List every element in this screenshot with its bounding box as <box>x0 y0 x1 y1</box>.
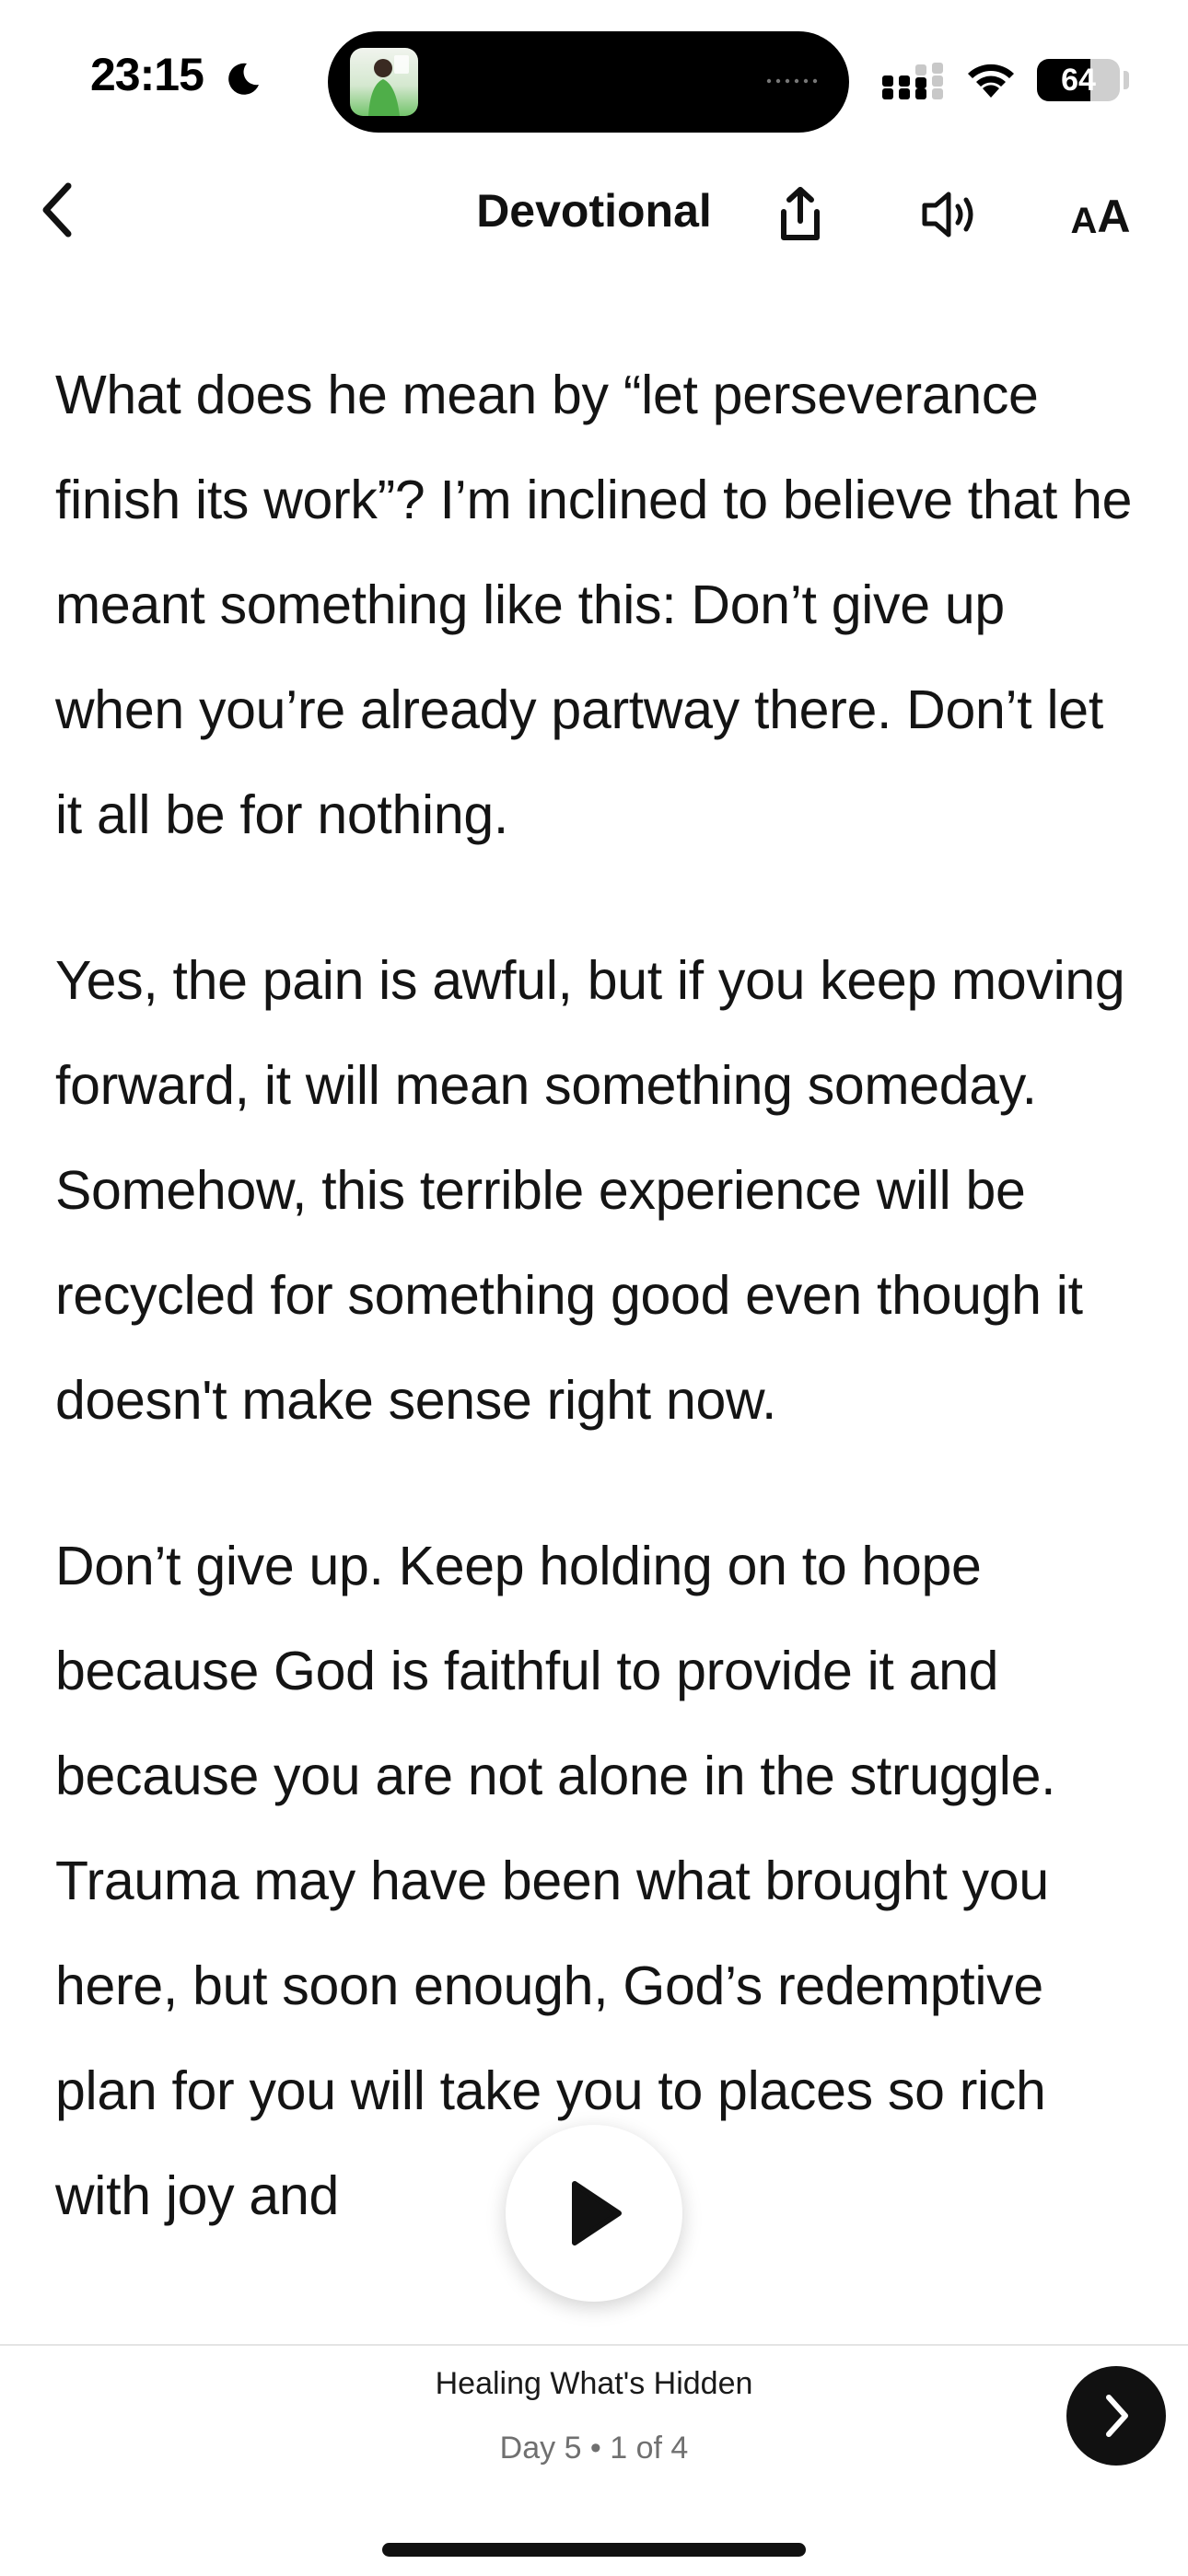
devotional-content[interactable]: What does he mean by “let perseverance f… <box>55 342 1142 2342</box>
play-button[interactable] <box>506 2125 682 2302</box>
page-title: Devotional <box>476 185 712 237</box>
audio-button[interactable] <box>912 177 987 252</box>
plan-title[interactable]: Healing What's Hidden <box>318 2366 870 2402</box>
speaker-icon <box>922 191 973 238</box>
text-size-large-a: A <box>1097 191 1131 242</box>
nav-bar: Devotional AA <box>0 138 1188 285</box>
chevron-left-icon <box>42 182 72 238</box>
plan-footer: Healing What's Hidden Day 5 • 1 of 4 <box>0 2344 1188 2576</box>
status-time: 23:15 <box>90 49 204 100</box>
moon-icon <box>228 63 259 95</box>
audio-waveform-icon <box>766 78 818 84</box>
paragraph: What does he mean by “let perseverance f… <box>55 365 1133 845</box>
share-button[interactable] <box>763 177 838 252</box>
share-icon <box>781 187 820 240</box>
back-button[interactable] <box>20 173 94 247</box>
status-bar: 23:15 64 <box>0 0 1188 138</box>
text-size-small-a: A <box>1070 201 1098 241</box>
battery-level: 64 <box>1061 63 1096 98</box>
home-indicator[interactable] <box>382 2543 806 2557</box>
paragraph: Yes, the pain is awful, but if you keep … <box>55 950 1125 1431</box>
dynamic-island[interactable] <box>328 31 849 133</box>
battery-tip <box>1124 71 1129 89</box>
next-button[interactable] <box>1066 2366 1166 2466</box>
signal-icon <box>882 63 943 99</box>
chevron-right-icon <box>1106 2395 1128 2437</box>
text-size-button[interactable]: AA <box>1059 177 1142 252</box>
play-icon <box>572 2181 622 2245</box>
plan-day-label: Day 5 • 1 of 4 <box>499 2431 689 2466</box>
wifi-icon <box>968 64 1014 98</box>
now-playing-artwork[interactable] <box>350 48 418 116</box>
battery-icon: 64 <box>1037 59 1120 101</box>
